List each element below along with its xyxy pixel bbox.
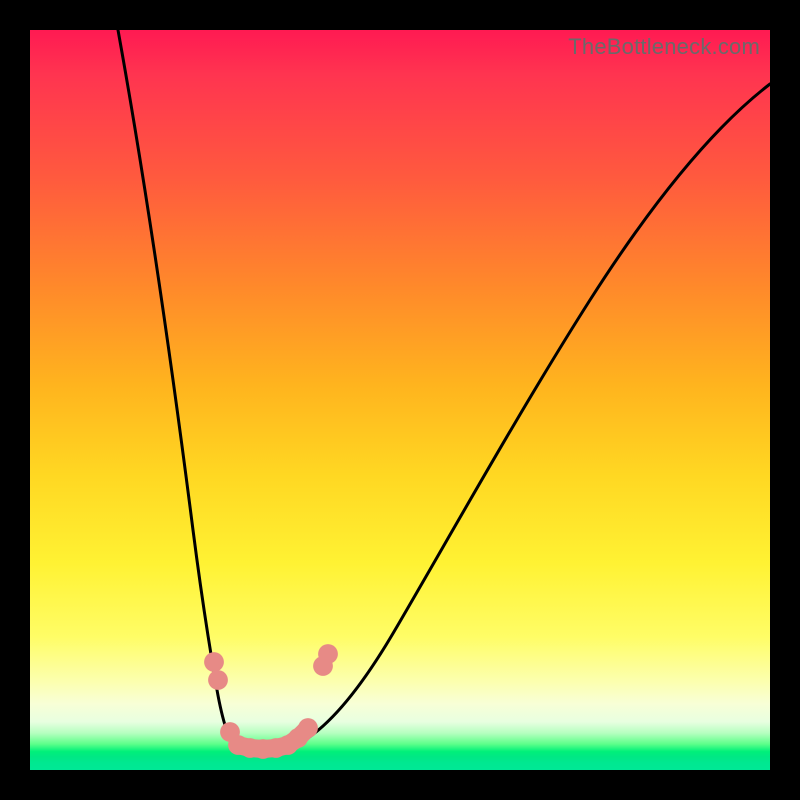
series-left-arm bbox=[118, 30, 264, 753]
beads-group bbox=[204, 644, 338, 759]
bead-point bbox=[208, 670, 228, 690]
bead-point bbox=[318, 644, 338, 664]
bead-point bbox=[298, 718, 318, 738]
chart-svg bbox=[30, 30, 770, 770]
bead-point bbox=[204, 652, 224, 672]
plot-area: TheBottleneck.com bbox=[30, 30, 770, 770]
series-right-arm bbox=[264, 84, 770, 750]
outer-frame: TheBottleneck.com bbox=[0, 0, 800, 800]
curve-group bbox=[118, 30, 770, 753]
